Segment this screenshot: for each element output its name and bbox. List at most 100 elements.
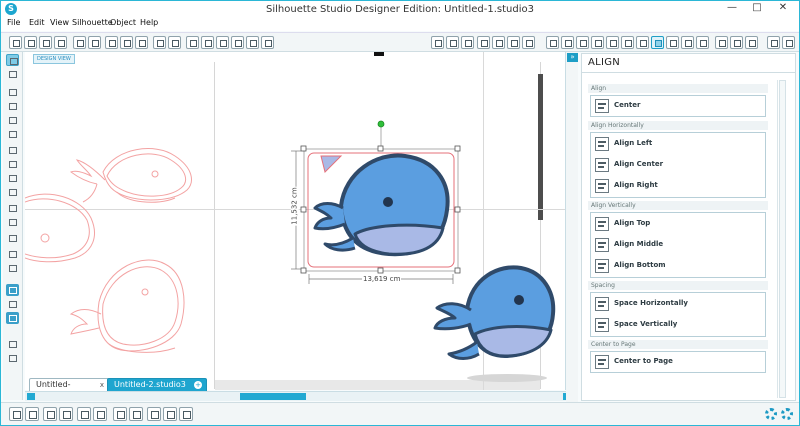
- weld-icon[interactable]: [147, 407, 161, 421]
- text-style-icon[interactable]: [561, 36, 574, 49]
- deselect-icon[interactable]: [25, 407, 39, 421]
- open-library-icon[interactable]: [39, 36, 52, 49]
- registration-marks-icon[interactable]: [461, 36, 474, 49]
- redo-icon[interactable]: [168, 36, 181, 49]
- print-icon[interactable]: [73, 36, 86, 49]
- zoom-in-icon[interactable]: [201, 36, 214, 49]
- center-button[interactable]: Center: [595, 97, 755, 115]
- new-document-icon[interactable]: [9, 36, 22, 49]
- menu-object[interactable]: Object: [110, 18, 136, 27]
- maximize-button[interactable]: □: [746, 1, 768, 15]
- close-button[interactable]: ✕: [769, 1, 797, 15]
- rounded-rectangle-tool-icon[interactable]: [6, 114, 19, 126]
- align-center-button[interactable]: Align Center: [595, 156, 755, 174]
- ungroup-icon[interactable]: [59, 407, 73, 421]
- line-color-icon[interactable]: [522, 36, 535, 49]
- open-file-icon[interactable]: [24, 36, 37, 49]
- paste-icon[interactable]: [120, 36, 133, 49]
- rotate-icon[interactable]: [681, 36, 694, 49]
- line-style-icon[interactable]: [546, 36, 559, 49]
- design-page-settings-icon[interactable]: [431, 36, 444, 49]
- eraser-tool-icon[interactable]: [782, 36, 795, 49]
- cut-icon[interactable]: [135, 36, 148, 49]
- menu-silhouette[interactable]: Silhouette: [72, 18, 113, 27]
- align-right-button[interactable]: Align Right: [595, 177, 755, 195]
- center-to-page-button[interactable]: Center to Page: [595, 353, 755, 371]
- align-panel-icon[interactable]: [651, 36, 664, 49]
- smooth-freehand-tool-icon[interactable]: [6, 186, 19, 198]
- copy-icon[interactable]: [105, 36, 118, 49]
- settings-view-icon[interactable]: [6, 352, 19, 364]
- trace-icon[interactable]: [636, 36, 649, 49]
- move-icon[interactable]: [696, 36, 709, 49]
- panel-scrollbar[interactable]: [777, 80, 787, 398]
- save-icon[interactable]: [54, 36, 67, 49]
- menu-edit[interactable]: Edit: [29, 18, 45, 27]
- space-horizontally-button[interactable]: Space Horizontally: [595, 295, 755, 313]
- replicate-icon[interactable]: [591, 36, 604, 49]
- zoom-selection-icon[interactable]: [231, 36, 244, 49]
- fill-pattern-icon[interactable]: [507, 36, 520, 49]
- scale-icon[interactable]: [666, 36, 679, 49]
- settings-gear-icon[interactable]: [765, 408, 777, 420]
- tab-untitled-1[interactable]: Untitled-1.studio3 x: [29, 378, 109, 401]
- select-tool-icon[interactable]: [6, 54, 19, 66]
- send-cut-icon[interactable]: [745, 36, 758, 49]
- panel-collapse-icon[interactable]: »: [567, 53, 578, 62]
- knife-tool-icon[interactable]: [767, 36, 780, 49]
- drag-zoom-icon[interactable]: [246, 36, 259, 49]
- send-to-silhouette-icon[interactable]: [88, 36, 101, 49]
- zoom-out-icon[interactable]: [216, 36, 229, 49]
- menu-file[interactable]: File: [7, 18, 20, 27]
- select-all-icon[interactable]: [9, 407, 23, 421]
- knife-icon[interactable]: [6, 262, 19, 274]
- align-middle-button[interactable]: Align Middle: [595, 236, 755, 254]
- eraser-icon[interactable]: [6, 248, 19, 260]
- align-bottom-button[interactable]: Align Bottom: [595, 257, 755, 275]
- pan-hand-icon[interactable]: [186, 36, 199, 49]
- scroll-left-icon[interactable]: [27, 393, 35, 400]
- online-store-icon[interactable]: [730, 36, 743, 49]
- page-view-icon[interactable]: [6, 298, 19, 310]
- preferences-gear-icon[interactable]: [781, 408, 793, 420]
- design-canvas[interactable]: DESIGN VIEW 13,619 cm 11,532 cm: [25, 52, 565, 390]
- group-icon[interactable]: [43, 407, 57, 421]
- align-top-button[interactable]: Align Top: [595, 215, 755, 233]
- arc-tool-icon[interactable]: [6, 202, 19, 214]
- regular-polygon-tool-icon[interactable]: [6, 216, 19, 228]
- release-compound-path-icon[interactable]: [93, 407, 107, 421]
- curve-tool-icon[interactable]: [6, 158, 19, 170]
- cut-settings-icon[interactable]: [446, 36, 459, 49]
- offset-shape-icon[interactable]: [163, 407, 177, 421]
- canvas-horizontal-scrollbar[interactable]: [25, 391, 575, 401]
- rectangle-tool-icon[interactable]: [6, 100, 19, 112]
- tab-add-icon[interactable]: +: [194, 381, 202, 389]
- send-to-back-icon[interactable]: [129, 407, 143, 421]
- polygon-tool-icon[interactable]: [6, 144, 19, 156]
- library-view-icon[interactable]: [6, 312, 19, 324]
- minimize-button[interactable]: —: [721, 1, 743, 15]
- line-tool-icon[interactable]: [6, 86, 19, 98]
- space-vertically-button[interactable]: Space Vertically: [595, 316, 755, 334]
- library-icon[interactable]: [715, 36, 728, 49]
- text-tool-icon[interactable]: [6, 232, 19, 244]
- horizontal-scroll-thumb[interactable]: [240, 393, 306, 400]
- trace-shape-icon[interactable]: [179, 407, 193, 421]
- offset-icon[interactable]: [621, 36, 634, 49]
- align-left-button[interactable]: Align Left: [595, 135, 755, 153]
- transform-icon[interactable]: [576, 36, 589, 49]
- bring-to-front-icon[interactable]: [113, 407, 127, 421]
- undo-icon[interactable]: [153, 36, 166, 49]
- freehand-tool-icon[interactable]: [6, 172, 19, 184]
- panel-scroll-thumb[interactable]: [779, 80, 786, 398]
- design-view-icon[interactable]: [6, 284, 19, 296]
- tab-untitled-2[interactable]: Untitled-2.studio3 +: [107, 378, 207, 391]
- modify-icon[interactable]: [606, 36, 619, 49]
- fit-to-page-icon[interactable]: [261, 36, 274, 49]
- point-edit-tool-icon[interactable]: [6, 68, 19, 80]
- menu-help[interactable]: Help: [140, 18, 158, 27]
- store-view-icon[interactable]: [6, 338, 19, 350]
- ellipse-tool-icon[interactable]: [6, 128, 19, 140]
- fill-color-icon[interactable]: [477, 36, 490, 49]
- make-compound-path-icon[interactable]: [77, 407, 91, 421]
